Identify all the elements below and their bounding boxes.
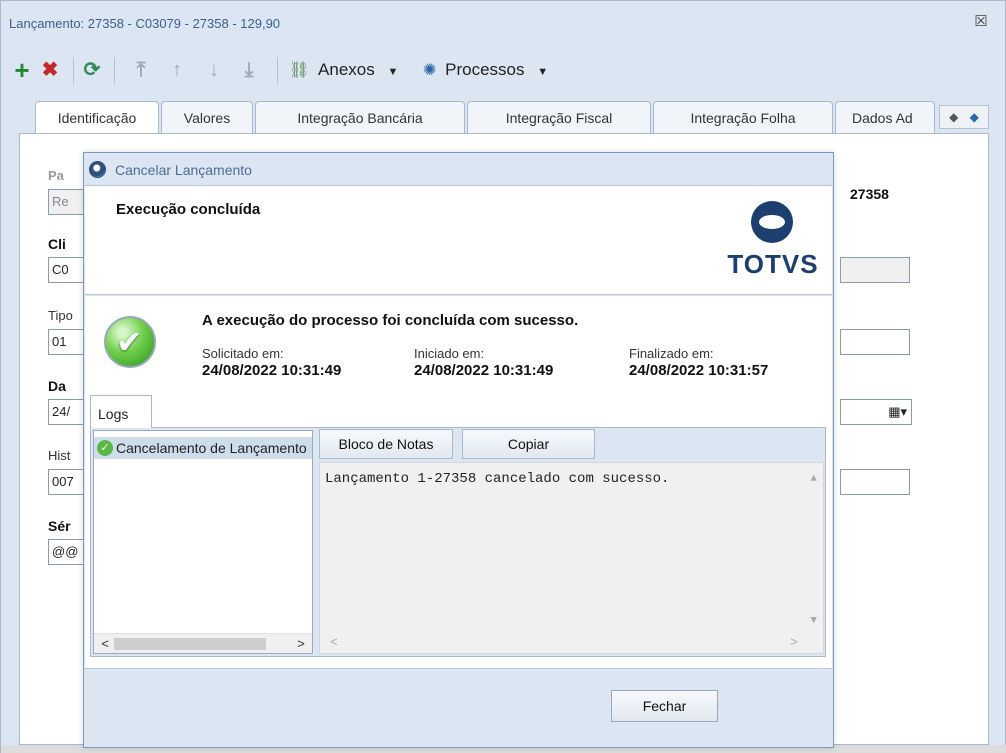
started-value: 24/08/2022 10:31:49 xyxy=(414,362,554,379)
text-field[interactable] xyxy=(840,469,910,495)
delete-icon[interactable]: ✖ xyxy=(39,57,61,83)
field-label: Pa xyxy=(48,168,64,183)
scroll-right-icon[interactable]: > xyxy=(292,635,310,653)
tab-scroll-arrows[interactable]: ◆ ◆ xyxy=(939,105,989,129)
processes-label: Processos xyxy=(445,60,525,79)
log-text: Lançamento 1-27358 cancelado com sucesso… xyxy=(325,471,670,487)
toolbar-separator xyxy=(114,57,115,85)
tab-dados-adicionais[interactable]: Dados Ad xyxy=(835,101,935,134)
log-detail-pane: Bloco de Notas Copiar Lançamento 1-27358… xyxy=(316,428,826,656)
dialog-header: Execução concluída TOTVS xyxy=(85,185,832,295)
totvs-logo: TOTVS xyxy=(723,199,823,279)
check-icon: ✓ xyxy=(97,440,113,456)
field-label: Hist xyxy=(48,448,71,463)
scroll-left-icon[interactable]: < xyxy=(96,635,114,653)
record-number: 27358 xyxy=(850,186,889,202)
scroll-left-icon[interactable]: < xyxy=(330,635,338,650)
add-icon[interactable]: + xyxy=(11,57,33,83)
cancel-entry-dialog: Cancelar Lançamento Execução concluída T… xyxy=(83,152,834,748)
paperclip-icon: ⛓ xyxy=(289,62,310,79)
requested-timestamp: Solicitado em: 24/08/2022 10:31:49 xyxy=(202,346,341,379)
copy-button[interactable]: Copiar xyxy=(462,429,595,459)
field-label: Cli xyxy=(48,236,66,252)
success-check-icon xyxy=(104,316,156,368)
scroll-right-icon[interactable]: > xyxy=(790,635,798,650)
tree-item-label: Cancelamento de Lançamento xyxy=(116,440,307,456)
tab-identificacao[interactable]: Identificação xyxy=(35,101,159,135)
window-titlebar: Lançamento: 27358 - C03079 - 27358 - 129… xyxy=(1,1,1005,43)
tab-bar: Identificação Valores Integração Bancári… xyxy=(19,101,989,135)
requested-value: 24/08/2022 10:31:49 xyxy=(202,362,342,379)
toolbar: + ✖ ⟳ ⤒ ↑ ↓ ⤓ ⛓ Anexos ▼ ✺ Processos ▼ xyxy=(9,53,989,87)
logs-panel: ✓ Cancelamento de Lançamento < > Bloco d… xyxy=(90,427,826,657)
started-label: Iniciado em: xyxy=(414,346,485,361)
tab-valores[interactable]: Valores xyxy=(161,101,253,134)
text-field[interactable] xyxy=(840,329,910,355)
requested-label: Solicitado em: xyxy=(202,346,284,361)
dialog-footer: Fechar xyxy=(85,668,832,746)
notepad-button[interactable]: Bloco de Notas xyxy=(319,429,453,459)
chevron-down-icon: ▼ xyxy=(387,66,399,78)
tab-logs[interactable]: Logs xyxy=(90,395,152,428)
window-title: Lançamento: 27358 - C03079 - 27358 - 129… xyxy=(9,16,281,31)
arrow-right-icon[interactable]: ◆ xyxy=(970,110,979,124)
attachments-dropdown[interactable]: ⛓ Anexos ▼ xyxy=(289,57,398,83)
gear-icon: ✺ xyxy=(423,62,437,79)
dialog-body: A execução do processo foi concluída com… xyxy=(85,296,832,668)
previous-record-icon[interactable]: ↑ xyxy=(167,57,187,83)
finished-label: Finalizado em: xyxy=(629,346,714,361)
calendar-icon[interactable]: ▦▾ xyxy=(840,399,912,425)
toolbar-separator xyxy=(73,57,74,85)
refresh-icon[interactable]: ⟳ xyxy=(79,57,105,83)
tree-item-cancelamento[interactable]: ✓ Cancelamento de Lançamento xyxy=(94,437,312,459)
toolbar-separator xyxy=(277,57,278,85)
finished-value: 24/08/2022 10:31:57 xyxy=(629,362,769,379)
header-title: Execução concluída xyxy=(116,201,261,218)
last-record-icon[interactable]: ⤓ xyxy=(239,57,259,83)
log-tree: ✓ Cancelamento de Lançamento < > xyxy=(93,430,313,654)
arrow-left-icon[interactable]: ◆ xyxy=(949,110,958,124)
tab-integracao-folha[interactable]: Integração Folha xyxy=(653,101,833,134)
dialog-title: Cancelar Lançamento xyxy=(115,162,252,178)
tree-horizontal-scrollbar[interactable]: < > xyxy=(94,633,312,653)
finished-timestamp: Finalizado em: 24/08/2022 10:31:57 xyxy=(629,346,768,379)
text-field[interactable] xyxy=(840,257,910,283)
attachments-label: Anexos xyxy=(318,60,375,79)
field-label: Tipo xyxy=(48,308,73,323)
success-message: A execução do processo foi concluída com… xyxy=(202,312,579,329)
dialog-titlebar: Cancelar Lançamento xyxy=(84,153,833,185)
log-text-area[interactable]: Lançamento 1-27358 cancelado com sucesso… xyxy=(319,462,824,654)
totvs-logo-icon xyxy=(751,201,793,243)
processes-dropdown[interactable]: ✺ Processos ▼ xyxy=(423,57,548,83)
field-label: Da xyxy=(48,378,66,394)
window-close-icon[interactable]: ☒ xyxy=(971,12,991,32)
field-label: Sér xyxy=(48,518,71,534)
scrollbar-thumb[interactable] xyxy=(114,638,266,650)
started-timestamp: Iniciado em: 24/08/2022 10:31:49 xyxy=(414,346,553,379)
chevron-down-icon: ▼ xyxy=(537,66,549,78)
scroll-up-icon[interactable]: ▲ xyxy=(810,473,817,485)
next-record-icon[interactable]: ↓ xyxy=(204,57,224,83)
first-record-icon[interactable]: ⤒ xyxy=(131,57,151,83)
scroll-down-icon[interactable]: ▼ xyxy=(810,615,817,627)
close-button[interactable]: Fechar xyxy=(611,690,718,722)
totvs-logo-text: TOTVS xyxy=(727,249,819,279)
app-icon xyxy=(89,161,106,178)
tab-integracao-fiscal[interactable]: Integração Fiscal xyxy=(467,101,651,134)
tab-integracao-bancaria[interactable]: Integração Bancária xyxy=(255,101,465,134)
